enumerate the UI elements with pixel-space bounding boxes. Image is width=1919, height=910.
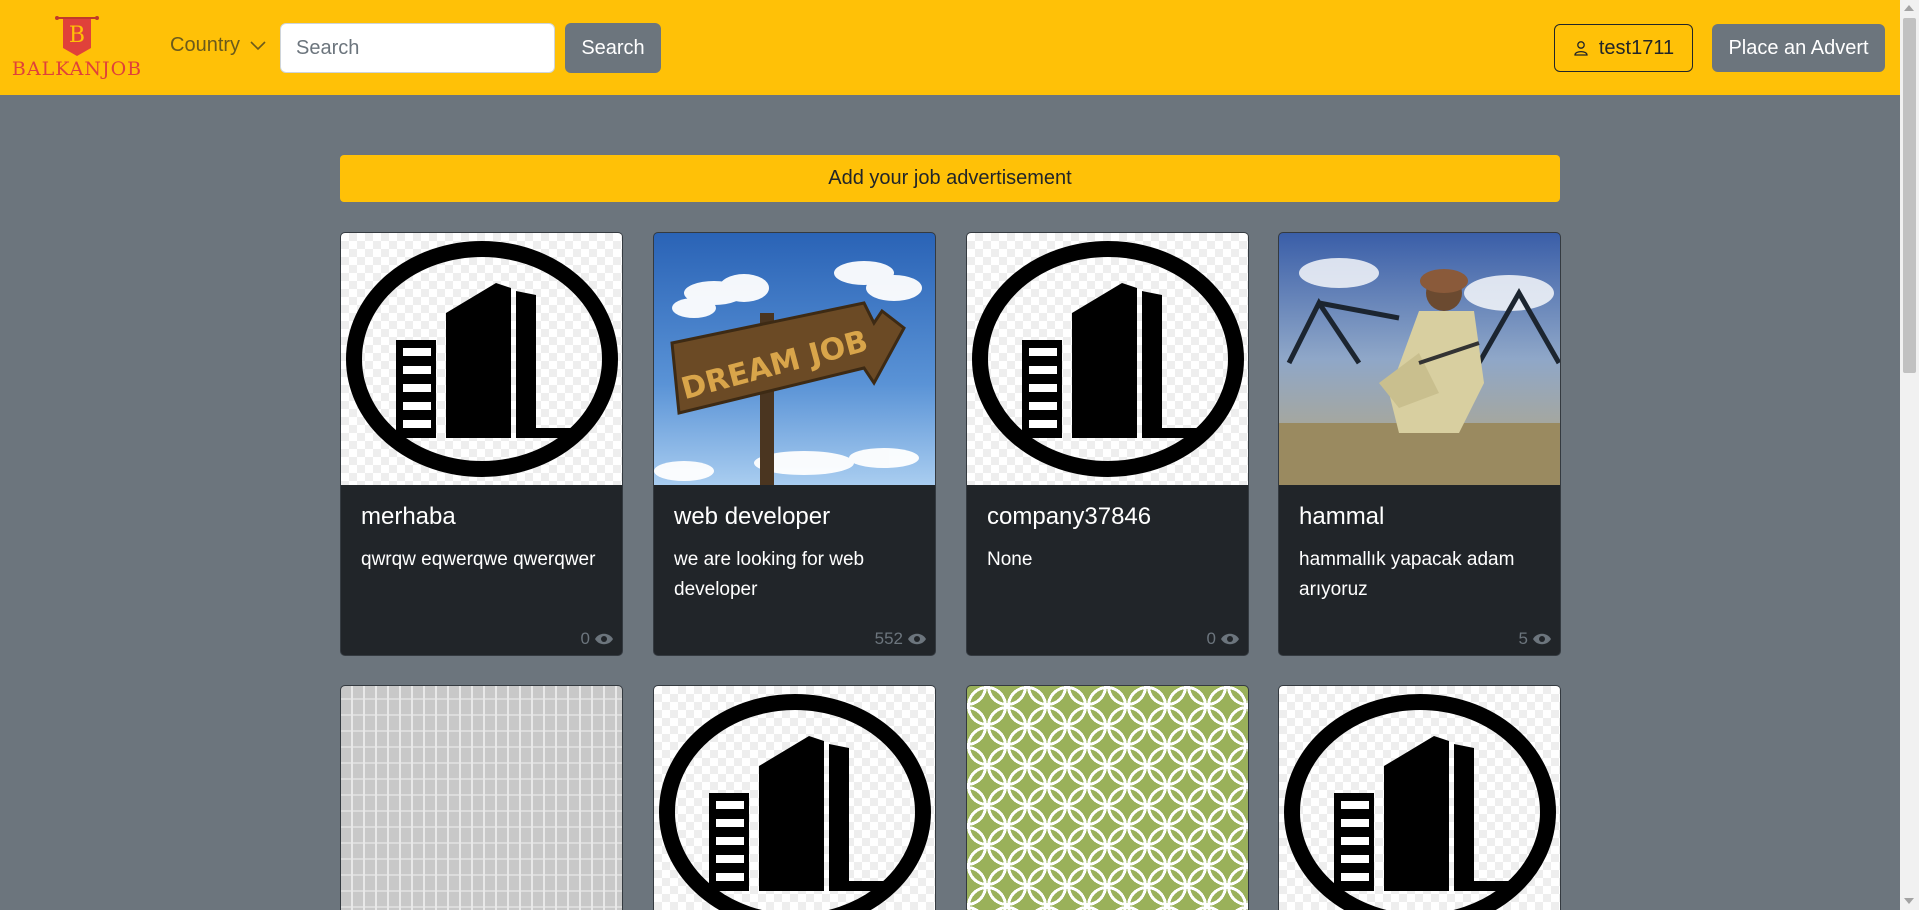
job-card[interactable] (1278, 685, 1561, 910)
view-count: 552 (875, 629, 927, 649)
add-job-label: Add your job advertisement (828, 167, 1072, 189)
svg-text:B: B (69, 23, 85, 48)
dream-job-sign-image: DREAM JOB (654, 233, 935, 485)
search-input[interactable] (280, 23, 555, 73)
eye-icon (908, 633, 926, 645)
job-card[interactable]: merhaba qwrqw eqwerqwe qwerqwer 0 (340, 232, 623, 656)
search-button[interactable]: Search (565, 23, 661, 73)
eye-icon (1533, 633, 1551, 645)
eye-icon (595, 633, 613, 645)
chevron-down-icon (250, 40, 266, 50)
job-description: None (987, 549, 1033, 570)
place-advert-button[interactable]: Place an Advert (1712, 24, 1885, 72)
user-account-button[interactable]: test1711 (1554, 24, 1693, 72)
country-dropdown[interactable]: Country (170, 34, 266, 57)
scroll-down-arrow-icon[interactable] (1904, 898, 1914, 904)
job-card[interactable] (966, 685, 1249, 910)
eye-icon (1221, 633, 1239, 645)
job-description: hammallık yapacak adam arıyoruz (1299, 549, 1515, 600)
view-count: 0 (581, 629, 614, 649)
username-label: test1711 (1598, 36, 1675, 59)
company-logo-image (654, 686, 935, 910)
company-logo-image (967, 233, 1248, 485)
job-description: we are looking for web developer (674, 549, 865, 600)
job-card[interactable] (340, 685, 623, 910)
brand-name: BALKANJOB (11, 58, 143, 80)
navbar: B BALKANJOB Country Search test1711 Plac… (0, 0, 1900, 95)
add-job-advertisement-button[interactable]: Add your job advertisement (340, 155, 1560, 202)
job-card[interactable]: DREAM JOB web developer we are looking f… (653, 232, 936, 656)
banner-flag-icon: B (55, 16, 99, 56)
job-description: qwrqw eqwerqwe qwerqwer (361, 549, 596, 570)
gray-pattern-image (341, 686, 622, 910)
scroll-up-arrow-icon[interactable] (1904, 5, 1914, 11)
job-title[interactable]: company37846 (987, 503, 1228, 531)
job-card[interactable]: hammal hammallık yapacak adam arıyoruz 5 (1278, 232, 1561, 656)
view-count: 5 (1519, 629, 1552, 649)
worker-photo-image (1279, 233, 1560, 485)
green-circles-pattern-image (967, 686, 1248, 910)
job-title[interactable]: hammal (1299, 503, 1540, 531)
brand-logo[interactable]: B BALKANJOB (12, 14, 141, 80)
job-card[interactable] (653, 685, 936, 910)
job-title[interactable]: web developer (674, 503, 915, 531)
country-label: Country (170, 34, 241, 56)
view-count: 0 (1207, 629, 1240, 649)
company-logo-image (1279, 686, 1560, 910)
scroll-thumb[interactable] (1903, 18, 1916, 373)
page-scrollbar[interactable] (1900, 0, 1919, 910)
company-logo-image (341, 233, 622, 485)
job-card[interactable]: company37846 None 0 (966, 232, 1249, 656)
job-title[interactable]: merhaba (361, 503, 602, 531)
user-icon (1574, 41, 1588, 56)
